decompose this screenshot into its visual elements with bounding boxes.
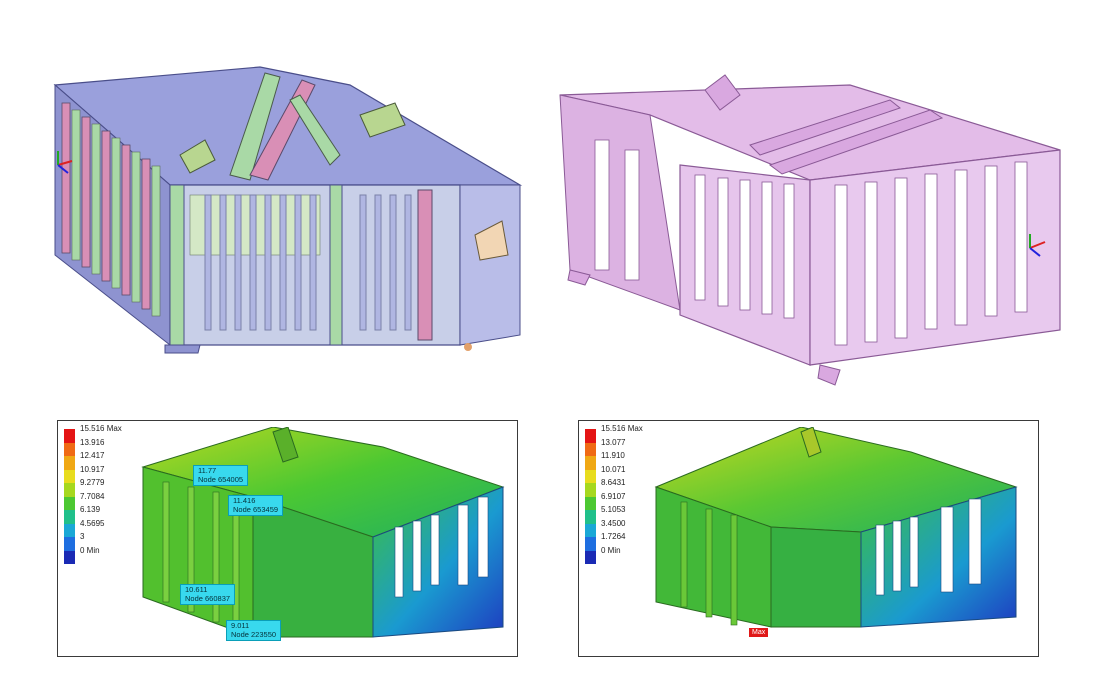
legend-swatch bbox=[64, 510, 75, 524]
legend-label: 10.071 bbox=[601, 464, 626, 474]
callout-node: Node 654005 bbox=[198, 474, 244, 484]
legend-label: 13.916 bbox=[80, 437, 105, 447]
legend-label: 4.5695 bbox=[80, 518, 105, 528]
legend-swatch bbox=[64, 483, 75, 497]
fea-result-panel-left: 15.516 Max 13.916 12.417 10.917 9.2779 7.7084… bbox=[57, 420, 518, 657]
fea-stress-model bbox=[654, 427, 1018, 628]
legend-swatch bbox=[585, 483, 596, 497]
legend-label: 6.139 bbox=[80, 505, 101, 514]
legend-swatch bbox=[585, 537, 596, 551]
legend-label: 3.4500 bbox=[601, 518, 626, 528]
result-callout-1: 11.77 Node 654005 bbox=[193, 465, 249, 486]
legend-swatch bbox=[585, 523, 596, 537]
fea-stress-model bbox=[141, 427, 505, 638]
result-callout-2: 11.416 Node 653459 bbox=[228, 495, 284, 516]
legend-label: 0 Min bbox=[80, 545, 100, 555]
legend-swatch bbox=[64, 523, 75, 537]
callout-node: Node 660837 bbox=[185, 593, 231, 603]
legend-label: 8.6431 bbox=[601, 478, 626, 487]
legend-label: 1.7264 bbox=[601, 532, 626, 541]
legend-swatch bbox=[64, 456, 75, 470]
legend-label: 3 bbox=[80, 532, 85, 541]
legend-label: 12.417 bbox=[80, 451, 105, 460]
legend-swatch bbox=[585, 496, 596, 510]
legend-swatch bbox=[585, 442, 596, 456]
legend-swatch bbox=[64, 496, 75, 510]
fea-result-panel-right: 15.516 Max 13.077 11.910 10.071 8.6431 6.9107… bbox=[578, 420, 1039, 657]
structure-model-multicolor bbox=[53, 66, 523, 354]
legend-swatch bbox=[64, 429, 75, 443]
legend-swatch bbox=[64, 537, 75, 551]
legend-label: 13.077 bbox=[601, 437, 626, 447]
legend-swatch bbox=[585, 550, 596, 564]
legend-swatch bbox=[64, 550, 75, 564]
legend-label: 5.1053 bbox=[601, 505, 626, 514]
legend-label: 7.7084 bbox=[80, 491, 105, 501]
legend-label: 9.2779 bbox=[80, 478, 105, 487]
legend-label: 10.917 bbox=[80, 464, 105, 474]
result-callout-3: 10.611 Node 660837 bbox=[180, 584, 236, 605]
legend-swatch bbox=[64, 442, 75, 456]
max-stress-marker: Max bbox=[749, 628, 769, 637]
legend-label: 15.516 Max bbox=[80, 424, 122, 433]
legend-swatch bbox=[64, 469, 75, 483]
legend-swatch bbox=[585, 510, 596, 524]
result-callout-4: 9.011 Node 223550 bbox=[226, 620, 282, 641]
callout-node: Node 223550 bbox=[231, 629, 277, 639]
legend-swatch bbox=[585, 456, 596, 470]
legend-label: 11.910 bbox=[601, 451, 625, 460]
legend-swatch bbox=[585, 429, 596, 443]
legend-label: 15.516 Max bbox=[601, 424, 643, 433]
legend-swatch bbox=[585, 469, 596, 483]
legend-label: 6.9107 bbox=[601, 491, 626, 501]
legend-label: 0 Min bbox=[601, 545, 621, 555]
structure-model-pink bbox=[559, 74, 1061, 386]
callout-node: Node 653459 bbox=[233, 504, 279, 514]
